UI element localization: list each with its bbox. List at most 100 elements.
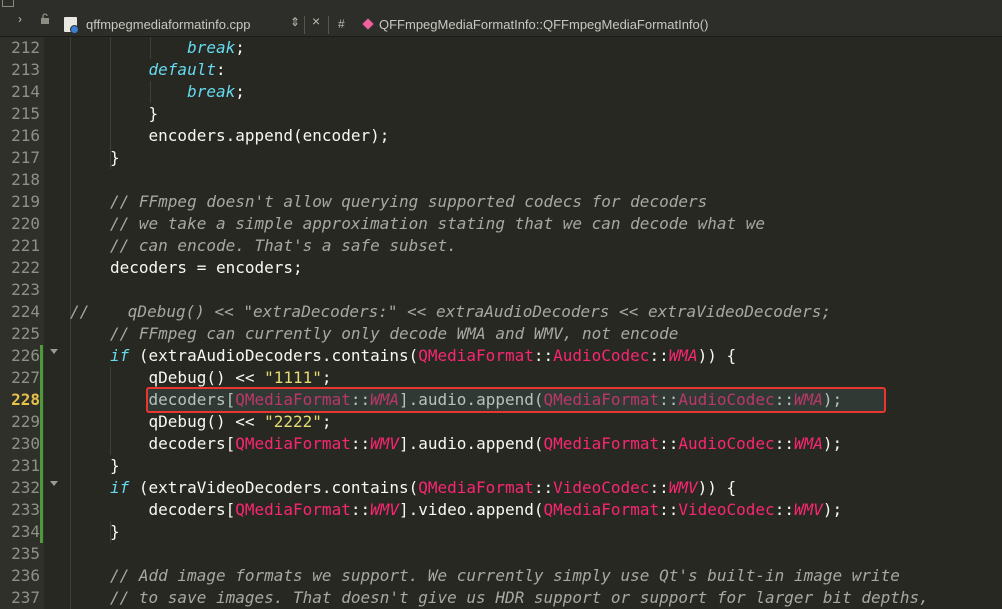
code-line[interactable]: 231}	[0, 455, 1002, 477]
code-token: decoders[	[110, 434, 236, 453]
code-token: QMediaFormat	[543, 434, 660, 453]
code-editor[interactable]: 212 break; 213 default: 214 break; 215 } 216…	[0, 37, 1002, 609]
code-line[interactable]: 236 // Add image formats we support. We c…	[0, 565, 1002, 587]
code-text: decoders[QMediaFormat::WMV].video.append…	[110, 499, 843, 521]
code-token: QMediaFormat	[235, 500, 351, 519]
code-line[interactable]: 218	[0, 169, 1002, 191]
code-line[interactable]: 234}	[0, 521, 1002, 543]
updown-arrows-icon[interactable]: ⇕	[290, 15, 300, 29]
code-token: }	[110, 456, 120, 475]
code-text: decoders = encoders;	[110, 257, 303, 279]
code-token: // FFmpeg can currently only decode WMA …	[110, 324, 679, 343]
line-number: 235	[11, 544, 40, 563]
code-token: decoders = encoders;	[110, 258, 303, 277]
code-token: ;	[235, 38, 245, 57]
code-text: // we take a simple approximation statin…	[110, 213, 765, 235]
code-token: :	[215, 60, 226, 79]
code-token: )) {	[697, 478, 737, 497]
code-line[interactable]: 216 encoders.append(encoder);	[0, 125, 1002, 147]
code-token: }	[110, 522, 120, 541]
code-line[interactable]: 229 qDebug() << "2222";	[0, 411, 1002, 433]
code-line[interactable]: 221 // can encode. That's a safe subset.	[0, 235, 1002, 257]
code-line[interactable]: 223	[0, 279, 1002, 301]
code-token: break	[187, 38, 236, 57]
code-token: WMV	[370, 434, 399, 453]
code-token: VideoCodec	[553, 478, 650, 497]
code-text: // FFmpeg can currently only decode WMA …	[110, 323, 678, 345]
function-diamond-icon	[362, 18, 374, 30]
code-line[interactable]: 225 // FFmpeg can currently only decode W…	[0, 323, 1002, 345]
code-text: }	[110, 521, 120, 543]
file-name[interactable]: qffmpegmediaformatinfo.cpp	[86, 17, 251, 32]
code-text: }	[110, 147, 120, 169]
code-line[interactable]: 235	[0, 543, 1002, 565]
code-token: AudioCodec	[678, 434, 775, 453]
code-token: WMA	[793, 434, 823, 453]
code-token: ::	[774, 434, 794, 453]
fold-arrow-icon[interactable]	[50, 349, 58, 354]
code-line[interactable]: 227 qDebug() << "1111";	[0, 367, 1002, 389]
chevron-right-icon[interactable]: ›	[18, 12, 22, 26]
line-number: 216	[11, 126, 40, 145]
code-token: "1111"	[264, 368, 322, 387]
line-number: 219	[11, 192, 40, 211]
code-token: }	[110, 104, 159, 123]
code-token: // can encode. That's a safe subset.	[110, 236, 457, 255]
code-token: ::	[659, 500, 679, 519]
line-number: 221	[11, 236, 40, 255]
code-line[interactable]: 219 // FFmpeg doesn't allow querying supp…	[0, 191, 1002, 213]
code-line[interactable]: 217}	[0, 147, 1002, 169]
code-text: qDebug() << "1111";	[110, 367, 332, 389]
code-line[interactable]: 215 }	[0, 103, 1002, 125]
close-icon[interactable]: ×	[312, 14, 320, 28]
code-token: if	[110, 478, 130, 497]
code-token: (extraAudioDecoders.contains(	[129, 346, 419, 365]
code-line[interactable]: 213 default:	[0, 59, 1002, 81]
code-text: }	[110, 103, 159, 125]
window-corner-icon	[0, 0, 18, 8]
code-line[interactable]: 233 decoders[QMediaFormat::WMV].video.ap…	[0, 499, 1002, 521]
code-line[interactable]: 214 break;	[0, 81, 1002, 103]
code-token: // to save images. That doesn't give us …	[110, 588, 929, 607]
code-token: VideoCodec	[678, 500, 775, 519]
code-token: "2222"	[264, 412, 322, 431]
code-line[interactable]: 226 if (extraAudioDecoders.contains(QMedi…	[0, 345, 1002, 367]
code-text: // can encode. That's a safe subset.	[110, 235, 457, 257]
code-token: // qDebug() << "extraDecoders:" << extra…	[70, 302, 831, 321]
code-token: QMediaFormat	[543, 500, 660, 519]
line-number: 218	[11, 170, 40, 189]
code-text: }	[110, 455, 120, 477]
line-number: 214	[11, 82, 40, 101]
line-number: 220	[11, 214, 40, 233]
code-text: // Add image formats we support. We curr…	[110, 565, 900, 587]
code-line[interactable]: 220 // we take a simple approximation sta…	[0, 213, 1002, 235]
toolbar-separator	[304, 16, 305, 34]
line-number: 230	[11, 434, 40, 453]
code-token: qDebug() <<	[110, 412, 265, 431]
line-number: 231	[11, 456, 40, 475]
code-line[interactable]: 224 // qDebug() << "extraDecoders:" << ex…	[0, 301, 1002, 323]
line-number: 232	[11, 478, 40, 497]
fold-arrow-icon[interactable]	[50, 481, 58, 486]
code-text: qDebug() << "2222";	[110, 411, 332, 433]
code-line[interactable]: 212 break;	[0, 37, 1002, 59]
code-line[interactable]: 222 decoders = encoders;	[0, 257, 1002, 279]
hash-label: #	[338, 17, 345, 31]
line-number: 237	[11, 588, 40, 607]
line-number: 222	[11, 258, 40, 277]
line-number: 226	[11, 346, 40, 365]
code-line[interactable]: 237 // to save images. That doesn't give …	[0, 587, 1002, 609]
code-token: break	[187, 82, 236, 101]
lock-icon[interactable]	[40, 13, 50, 28]
code-token: );	[822, 434, 843, 453]
code-token: ::	[649, 346, 669, 365]
code-line[interactable]: 232 if (extraVideoDecoders.contains(QMedi…	[0, 477, 1002, 499]
function-selector[interactable]: QFFmpegMediaFormatInfo::QFFmpegMediaForm…	[379, 17, 708, 32]
line-number: 217	[11, 148, 40, 167]
code-text: // FFmpeg doesn't allow querying support…	[110, 191, 707, 213]
code-text: encoders.append(encoder);	[110, 125, 390, 147]
code-token: qDebug() <<	[110, 368, 265, 387]
code-line[interactable]: 230 decoders[QMediaFormat::WMV].audio.ap…	[0, 433, 1002, 455]
code-token: WMA	[668, 346, 698, 365]
